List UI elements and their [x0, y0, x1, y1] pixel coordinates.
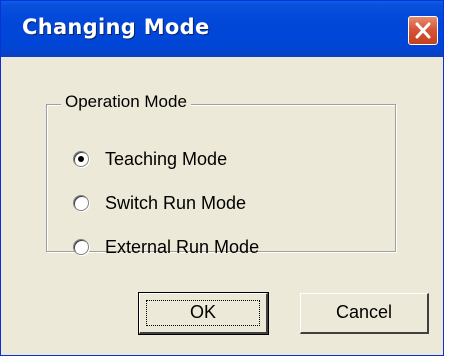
ok-button[interactable]: OK	[138, 292, 269, 335]
close-icon	[415, 22, 431, 39]
radio-button-icon[interactable]	[73, 151, 89, 167]
radio-label[interactable]: External Run Mode	[105, 236, 259, 258]
title-bar[interactable]: Changing Mode	[1, 1, 443, 57]
cancel-button[interactable]: Cancel	[300, 293, 429, 334]
radio-label[interactable]: Switch Run Mode	[105, 192, 246, 214]
radio-label[interactable]: Teaching Mode	[105, 148, 227, 170]
dialog-title: Changing Mode	[22, 15, 210, 39]
radio-selected-dot	[78, 156, 84, 162]
operation-mode-group	[46, 104, 396, 252]
group-label: Operation Mode	[61, 91, 191, 113]
radio-button-icon[interactable]	[73, 195, 89, 211]
focus-rectangle	[146, 300, 260, 326]
changing-mode-dialog: Changing Mode Operation Mode Teaching Mo…	[0, 0, 444, 356]
close-button[interactable]	[408, 16, 438, 45]
cancel-button-label: Cancel	[335, 302, 393, 322]
radio-button-icon[interactable]	[73, 239, 89, 255]
